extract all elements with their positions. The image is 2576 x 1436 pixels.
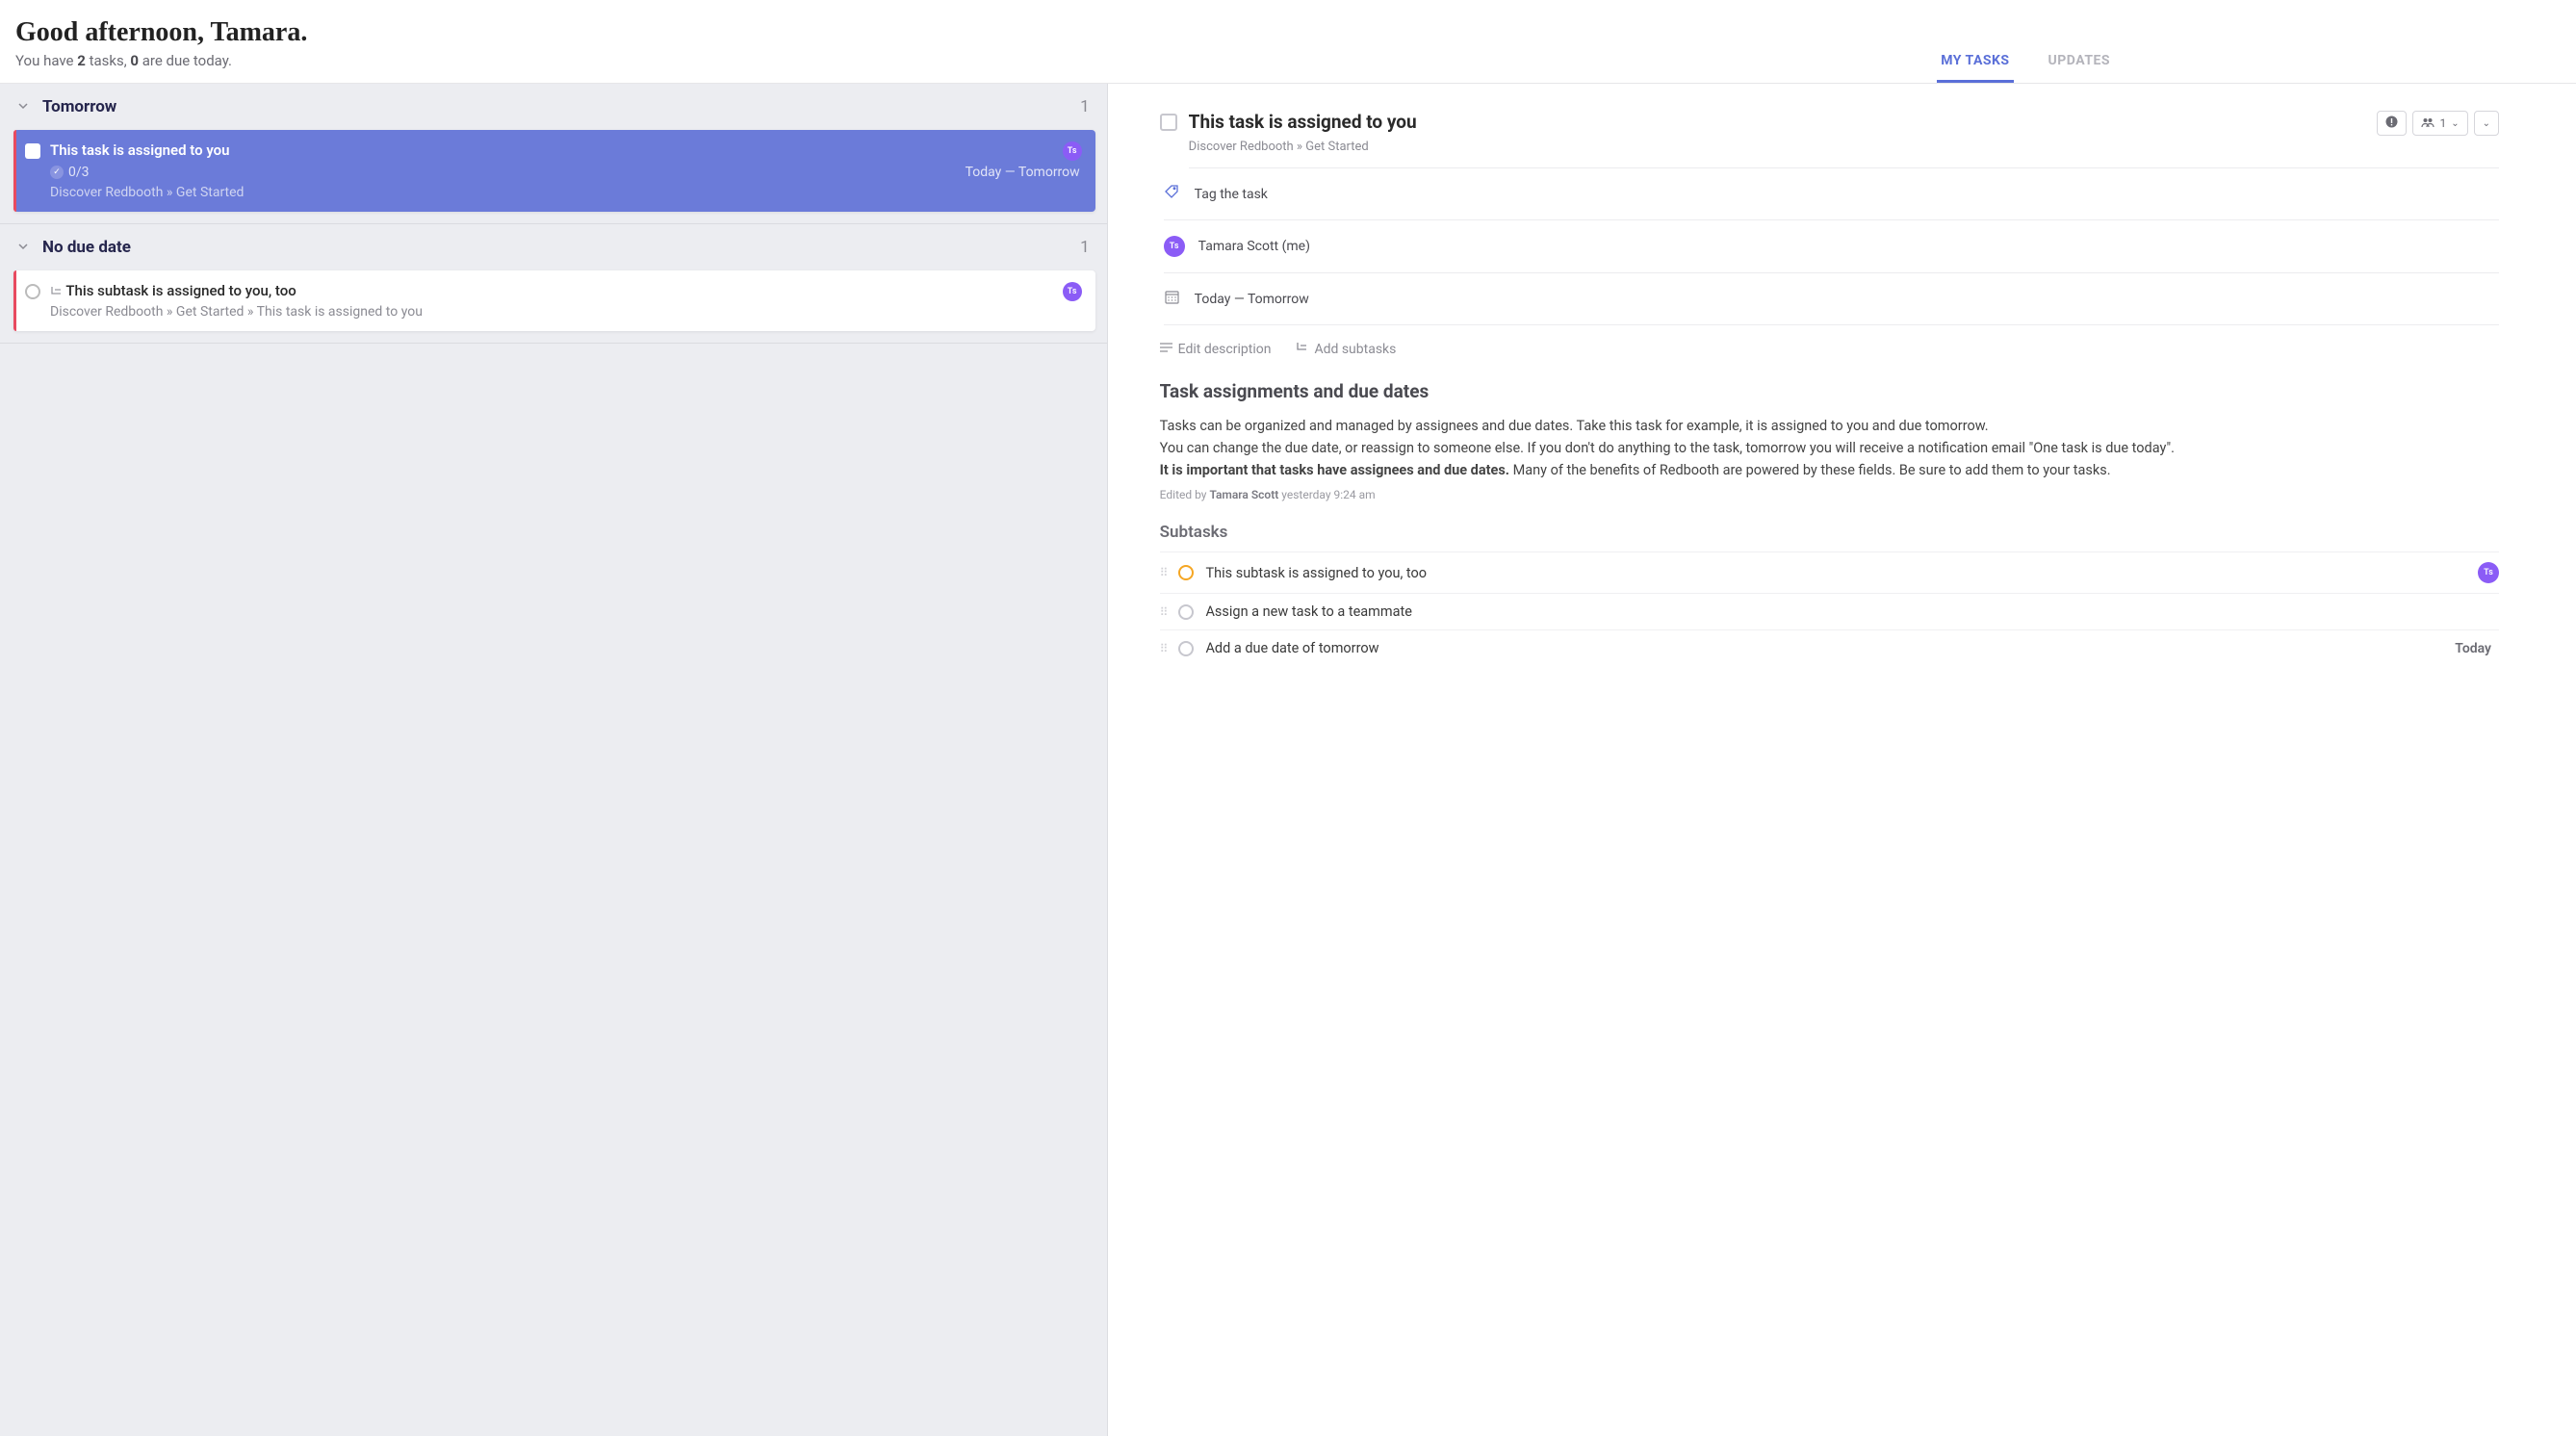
description-title: Task assignments and due dates bbox=[1160, 380, 2499, 402]
chevron-down-icon bbox=[17, 241, 29, 255]
chevron-down-icon bbox=[17, 100, 29, 115]
task-date-range: Today — Tomorrow bbox=[966, 165, 1080, 180]
subtask-icon bbox=[1296, 341, 1308, 357]
edited-by: Edited by Tamara Scott yesterday 9:24 am bbox=[1160, 488, 2499, 501]
assignees-button[interactable]: 1 ⌄ bbox=[2412, 111, 2467, 136]
subtask-progress: ✓ 0/3 bbox=[50, 165, 90, 180]
edit-description-button[interactable]: Edit description bbox=[1160, 341, 1272, 357]
task-checkbox[interactable] bbox=[25, 143, 40, 159]
task-detail-title: This task is assigned to you bbox=[1189, 111, 2366, 133]
section-tomorrow[interactable]: Tomorrow 1 bbox=[0, 84, 1107, 130]
more-options-button[interactable]: ⌄ bbox=[2474, 111, 2499, 136]
calendar-icon bbox=[1164, 289, 1181, 309]
task-list-panel: Tomorrow 1 Ts This task is assigned to y… bbox=[0, 84, 1108, 1436]
lines-icon bbox=[1160, 342, 1172, 357]
task-title: This subtask is assigned to you, too bbox=[50, 282, 1080, 299]
drag-handle-icon[interactable]: ⠿ bbox=[1160, 605, 1168, 619]
subtask-checkbox[interactable] bbox=[1178, 641, 1194, 656]
priority-accent bbox=[13, 130, 16, 212]
section-no-due-date[interactable]: No due date 1 bbox=[0, 224, 1107, 270]
task-complete-checkbox[interactable] bbox=[1160, 114, 1177, 131]
avatar: Ts bbox=[2478, 562, 2499, 583]
drag-handle-icon[interactable]: ⠿ bbox=[1160, 566, 1168, 579]
avatar: Ts bbox=[1063, 141, 1082, 161]
tab-updates[interactable]: UPDATES bbox=[2045, 41, 2114, 83]
people-icon bbox=[2421, 116, 2434, 131]
task-detail-panel: This task is assigned to you 1 ⌄ bbox=[1108, 84, 2576, 1436]
task-card[interactable]: Ts This subtask is assigned to you, too … bbox=[13, 270, 1095, 331]
subtask-icon bbox=[50, 284, 63, 296]
date-row[interactable]: Today — Tomorrow bbox=[1164, 273, 2499, 325]
avatar: Ts bbox=[1063, 282, 1082, 301]
check-icon: ✓ bbox=[50, 166, 64, 179]
tag-row[interactable]: Tag the task bbox=[1164, 168, 2499, 220]
exclamation-icon bbox=[2385, 115, 2398, 131]
description-body: Tasks can be organized and managed by as… bbox=[1160, 416, 2499, 480]
tag-icon bbox=[1164, 184, 1181, 204]
breadcrumb[interactable]: Discover Redbooth » Get Started bbox=[1189, 140, 2499, 168]
subtask-row[interactable]: ⠿ Add a due date of tomorrow Today bbox=[1160, 629, 2499, 666]
drag-handle-icon[interactable]: ⠿ bbox=[1160, 642, 1168, 655]
subtask-row[interactable]: ⠿ Assign a new task to a teammate bbox=[1160, 593, 2499, 629]
tab-my-tasks[interactable]: MY TASKS bbox=[1937, 41, 2013, 83]
add-subtasks-button[interactable]: Add subtasks bbox=[1296, 341, 1396, 357]
priority-accent bbox=[13, 270, 16, 331]
assignee-row[interactable]: Ts Tamara Scott (me) bbox=[1164, 220, 2499, 273]
breadcrumb: Discover Redbooth » Get Started bbox=[50, 185, 1080, 200]
subtask-checkbox[interactable] bbox=[1178, 604, 1194, 620]
subtasks-heading: Subtasks bbox=[1160, 523, 2499, 542]
task-checkbox[interactable] bbox=[25, 284, 40, 299]
subtask-checkbox[interactable] bbox=[1178, 565, 1194, 580]
avatar: Ts bbox=[1164, 236, 1185, 257]
priority-button[interactable] bbox=[2377, 111, 2407, 136]
page-header: Good afternoon, Tamara. You have 2 tasks… bbox=[0, 0, 2576, 84]
subtask-row[interactable]: ⠿ This subtask is assigned to you, too T… bbox=[1160, 551, 2499, 593]
chevron-down-icon: ⌄ bbox=[2483, 118, 2490, 129]
subtask-due: Today bbox=[2455, 641, 2491, 656]
tabs: MY TASKS UPDATES bbox=[1937, 41, 2576, 83]
breadcrumb: Discover Redbooth » Get Started » This t… bbox=[50, 304, 1080, 320]
task-card[interactable]: Ts This task is assigned to you ✓ 0/3 To… bbox=[13, 130, 1095, 212]
chevron-down-icon: ⌄ bbox=[2451, 118, 2459, 129]
task-title: This task is assigned to you bbox=[50, 141, 1080, 159]
